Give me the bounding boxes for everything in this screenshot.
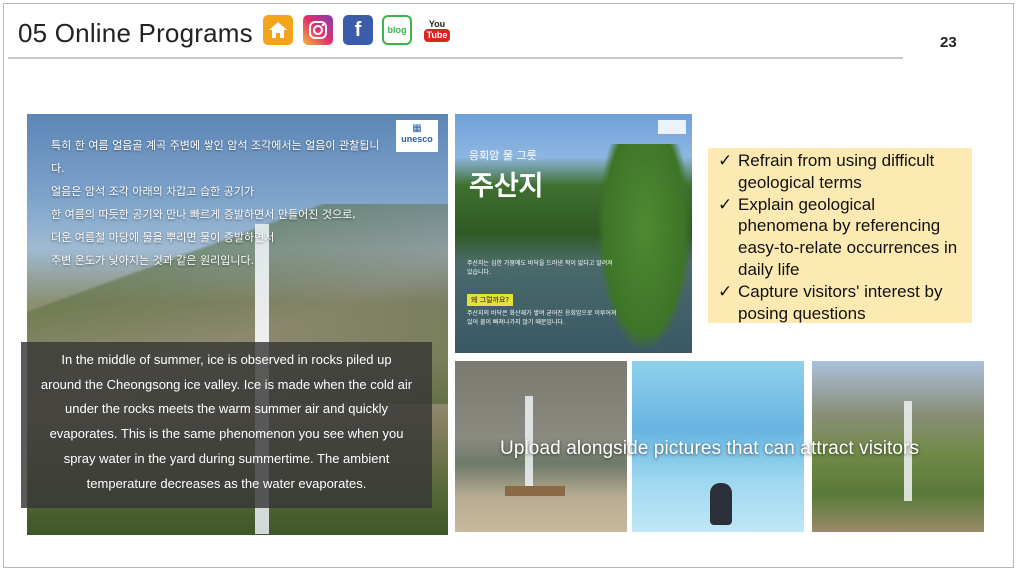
tip-item: ✓ Capture visitors' interest by posing qu… <box>714 281 968 325</box>
korean-overlay-text: 특히 한 여름 얼음골 계곡 주변에 쌓인 암석 조각에서는 얼음이 관찰됩니다… <box>51 134 391 272</box>
check-icon: ✓ <box>718 281 733 301</box>
tip-item: ✓ Refrain from using difficult geological… <box>714 150 968 194</box>
blog-label: blog <box>387 25 407 35</box>
caption-line: around the Cheongsong ice valley. Ice is… <box>40 376 413 392</box>
instagram-glyph <box>309 21 327 39</box>
caption-line: temperature decreases as the water evapo… <box>86 475 367 491</box>
home-glyph <box>269 22 287 38</box>
tip-text: Refrain from using difficult geological … <box>738 151 935 192</box>
tip-text: Capture visitors' interest by posing que… <box>738 281 943 323</box>
jusanji-photo: 응회암 물 그릇 주산지 주산지는 심한 가뭄에도 바닥을 드러낸 적이 없다고… <box>455 114 692 353</box>
photo-question-tag: 왜 그럴까요? <box>467 294 514 306</box>
facebook-icon[interactable]: f <box>343 15 373 45</box>
photo-subtitle: 응회암 물 그릇 <box>469 149 537 162</box>
unesco-logo-text: unesco <box>401 134 433 144</box>
tip-text: Explain geological phenomena by referenc… <box>738 194 958 279</box>
korean-line: 더운 여름철 마당에 물을 뿌리면 물이 증발하면서 <box>51 231 275 244</box>
caption-line: In the middle of summer, ice is observed… <box>61 352 392 367</box>
korean-line: 한 여름의 따듯한 공기와 만나 빠르게 증발하면서 만들어진 것으로, <box>51 208 356 221</box>
check-icon: ✓ <box>718 151 733 170</box>
caption-line: evaporates. This is the same phenomenon … <box>49 426 404 442</box>
korean-line: 특히 한 여름 얼음골 계곡 주변에 쌓인 암석 조각에서는 얼음이 관찰됩니다… <box>51 139 380 175</box>
photo-explanation: 주산지의 바닥은 화산재가 쌓여 굳어진 응회암으로 이루어져 있어 물이 빠져… <box>467 310 617 326</box>
photo-title: 주산지 <box>469 171 544 202</box>
unesco-emblem-icon: ▦ <box>412 123 422 134</box>
korean-line: 주변 온도가 낮아지는 것과 같은 원리입니다. <box>51 254 255 267</box>
bottom-photos-caption: Upload alongside pictures that can attra… <box>500 438 920 459</box>
tip-item: ✓ Explain geological phenomena by referen… <box>714 194 968 281</box>
tips-list: ✓ Refrain from using difficult geological… <box>714 150 968 324</box>
home-icon[interactable] <box>263 15 293 45</box>
instagram-icon[interactable] <box>303 15 333 45</box>
page-number: 23 <box>940 34 957 51</box>
korean-line: 얼음은 암석 조각 아래의 차갑고 습한 공기가 <box>51 185 255 198</box>
page-title: 05 Online Programs <box>18 18 253 48</box>
caption-line: under the rocks meets the warm summer ai… <box>65 401 388 417</box>
caption-box: In the middle of summer, ice is observed… <box>21 342 432 508</box>
photo-description: 주산지는 심한 가뭄에도 바닥을 드러낸 적이 없다고 알려져 있습니다. <box>467 260 613 276</box>
tips-box: ✓ Refrain from using difficult geological… <box>708 148 972 323</box>
youtube-label-bottom: Tube <box>423 28 451 42</box>
blog-icon[interactable]: blog <box>382 15 412 45</box>
unesco-logo-small <box>658 120 686 134</box>
picnic-table <box>505 486 565 496</box>
person-figure <box>710 483 732 525</box>
facebook-glyph: f <box>354 18 362 41</box>
caption-line: spray water in the yard during summertim… <box>63 450 390 466</box>
check-icon: ✓ <box>718 194 733 214</box>
youtube-label-top: You <box>428 18 446 29</box>
title-divider <box>8 57 903 59</box>
youtube-icon[interactable]: You Tube <box>421 14 453 46</box>
unesco-logo: ▦ unesco <box>396 120 438 152</box>
